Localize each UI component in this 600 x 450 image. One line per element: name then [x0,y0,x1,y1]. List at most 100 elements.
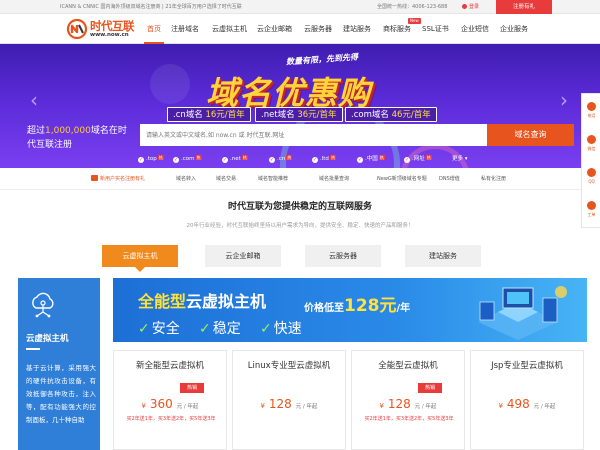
hot-badge: 热 [286,155,293,160]
nav-home[interactable]: 首页 [144,14,164,44]
product-card[interactable]: Jsp专业型云虚拟机 ¥ 498 元 / 年起 [470,350,584,450]
hot-badge: 热 [241,155,248,160]
quick-link-label: 新用户实名注册有礼 [100,176,146,182]
tld-option[interactable]: ✓ .网址热 [404,153,432,165]
product-promo: 买2年送1年，买3年送2年，买5年送3年 [364,416,454,422]
contact-phone[interactable]: 电话 [582,98,600,125]
domain-search-input[interactable] [140,124,487,146]
wechat-icon [587,135,596,144]
product-promo: 买2年送1年，买3年送2年，买5年送3年 [126,416,216,422]
nav-virtual-host[interactable]: 云虚拟主机 [212,14,247,44]
register-button[interactable]: 注册有礼 [496,0,552,14]
check-icon: ✓ [199,321,211,337]
price-value: 128 [387,397,411,411]
promo-banner[interactable]: 全能型云虚拟主机 价格低至128元/年 ✓ 安全 ✓ 稳定 ✓ 快速 [113,278,587,342]
tab-virtual-host[interactable]: 云虚拟主机 [102,245,178,272]
check-icon: ✓ [222,157,228,163]
quick-link[interactable]: 域名转入 [176,168,196,190]
promo-feature-label: 稳定 [212,321,241,337]
tld-option[interactable]: ✓ .com 热 [173,153,202,165]
product-name: Linux专业型云虚拟机 [247,361,331,371]
check-icon: ✓ [404,157,410,163]
domain-search-button[interactable]: 域名查询 [487,124,574,146]
nav-sms[interactable]: 企业短信 [461,14,489,44]
price-box-cn: .cn域名 16元/首年 [167,107,251,122]
side-panel: 云虚拟主机 基于云计算，采用强大的硬件抗攻击设备，有效抵御各种攻击，注入等，配有… [18,278,100,450]
product-card[interactable]: 新全能型云虚拟机 热销 ¥ 360 元 / 年起 买2年送1年，买3年送2年，买… [113,350,227,450]
hot-sale-badge: 热销 [418,383,442,393]
check-icon: ✓ [260,321,272,337]
price-value: 128 [268,397,292,411]
hot-badge: 热 [378,155,385,160]
contact-qq[interactable]: QQ [582,164,600,191]
nav-site-building[interactable]: 建站服务 [343,14,371,44]
product-name: 新全能型云虚拟机 [135,361,204,371]
price-value: 360 [149,397,173,411]
login-link[interactable]: 登录 [462,0,479,14]
quick-link[interactable]: NewG新顶级域名专题 [377,168,427,190]
nav-domain[interactable]: 注册域名 [171,14,199,44]
hotline-text: 全国统一热线：4006-123-688 [377,4,448,10]
contact-label: 电话 [587,113,596,118]
contact-label: 工单 [587,212,596,217]
currency-symbol: ¥ [498,402,504,410]
currency-symbol: ¥ [141,402,147,410]
floating-contact-bar: 电话 微信 QQ 工单 [581,93,600,228]
more-tlds-link[interactable]: 更多 ▾ [452,153,468,165]
tld-option[interactable]: ✓ .cn 热 [269,153,293,165]
section-subtitle: 20年行业经验，时代互联始终坚持以用户需求为导向，提供安全、稳定、快速的产品和服… [186,223,414,229]
product-card[interactable]: 全能型云虚拟机 热销 ¥ 128 元 / 年起 买2年送1年，买3年送2年，买5… [351,350,465,450]
tld-option[interactable]: ✓ .net 热 [222,153,248,165]
nav-email[interactable]: 云企业邮箱 [257,14,292,44]
contact-wechat[interactable]: 微信 [582,131,600,158]
banner-prev-icon[interactable]: ‹ [30,88,38,112]
price-unit: 元 / 年起 [414,404,437,410]
hot-badge: 热 [425,155,432,160]
tld-option[interactable]: ✓ .top 热 [138,153,164,165]
contact-label: 微信 [587,146,596,151]
ticket-icon [587,201,596,210]
tab-email[interactable]: 云企业邮箱 [205,245,281,267]
currency-symbol: ¥ [260,402,266,410]
banner-decoration [150,64,190,104]
banner-next-icon[interactable]: › [560,88,568,112]
quick-link[interactable]: 域名智能推荐 [258,168,288,190]
tld-label: .com [181,156,195,162]
price-value: 46元/首年 [391,110,431,120]
nav-enterprise[interactable]: 企业服务 [500,14,528,44]
quick-link-gift[interactable]: 新用户实名注册有礼 [91,168,145,190]
nav-server[interactable]: 云服务器 [304,14,332,44]
intro-prefix: 超过 [27,126,46,136]
site-logo[interactable]: 时代互联 www.now.cn [66,18,146,42]
tld-option[interactable]: ✓ .ltd 热 [312,153,336,165]
product-price: ¥ 360 元 / 年起 [114,397,226,411]
nav-ssl[interactable]: SSL证书 [422,14,449,44]
quick-link[interactable]: DNS增值 [439,168,460,190]
side-panel-title: 云虚拟主机 [26,334,69,344]
nav-trademark[interactable]: 商标服务 [383,14,411,44]
tld-label: .net [230,156,241,162]
divider [26,348,40,350]
price-tld: .net域名 [261,110,295,120]
quick-link[interactable]: 私有化注册 [481,168,506,190]
page: ICANN & CNNIC 国内海外顶级双域名注册商 | 21年全球百万用户选择… [0,0,600,450]
contact-ticket[interactable]: 工单 [582,197,600,224]
product-price: ¥ 128 元 / 年起 [233,397,345,411]
tab-server[interactable]: 云服务器 [305,245,381,267]
tld-label: .ltd [320,156,329,162]
login-label: 登录 [469,4,480,10]
quick-link[interactable]: 域名交易 [216,168,236,190]
promo-price-prefix: 价格低至 [304,303,344,314]
quick-link[interactable]: 域名批量查询 [319,168,349,190]
tld-option[interactable]: ✓ .中国热 [357,153,385,165]
tab-site-building[interactable]: 建站服务 [405,245,481,267]
price-value: 498 [506,397,530,411]
promo-feature: ✓ 稳定 [199,318,241,338]
promo-price: 价格低至128元/年 [304,291,410,316]
hot-badge: 热 [157,155,164,160]
check-icon: ✓ [357,157,363,163]
check-icon: ✓ [312,157,318,163]
product-card[interactable]: Linux专业型云虚拟机 ¥ 128 元 / 年起 [232,350,346,450]
logo-mark-icon [66,19,88,39]
user-icon [462,4,467,9]
